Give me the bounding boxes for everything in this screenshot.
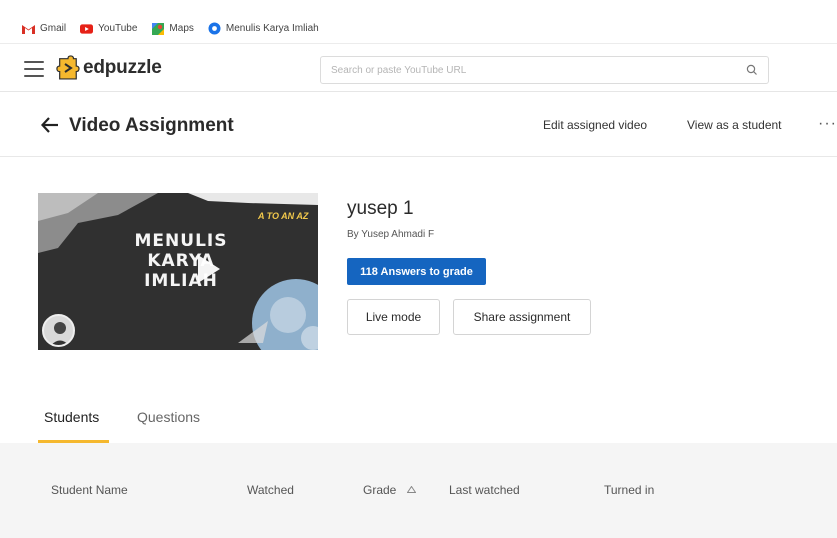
tab-students[interactable]: Students <box>44 409 99 425</box>
thumbnail-title: MENULIS KARYA IMLIAH <box>116 231 246 291</box>
answers-to-grade-button[interactable]: 118 Answers to grade <box>347 258 486 285</box>
bookmark-maps[interactable]: Maps <box>151 22 194 35</box>
bookmark-label: Maps <box>169 23 194 34</box>
edit-assigned-video-link[interactable]: Edit assigned video <box>543 118 647 132</box>
column-watched[interactable]: Watched <box>247 483 294 497</box>
logo-text: edpuzzle <box>83 57 162 78</box>
more-options-icon[interactable]: ··· <box>818 115 837 133</box>
search-box[interactable] <box>320 56 769 84</box>
bookmarks-bar: Gmail YouTube Maps Menulis Karya Imliah <box>0 14 837 44</box>
view-as-student-link[interactable]: View as a student <box>687 118 782 132</box>
menu-icon[interactable] <box>24 61 44 77</box>
bookmark-youtube[interactable]: YouTube <box>80 22 137 35</box>
column-student-name[interactable]: Student Name <box>51 483 128 497</box>
globe-icon <box>208 22 221 35</box>
search-input[interactable] <box>331 64 731 76</box>
thumbnail-title-line: KARYA <box>147 251 215 271</box>
video-name: yusep 1 <box>347 198 414 219</box>
maps-icon <box>151 22 164 35</box>
bookmark-label: Menulis Karya Imliah <box>225 23 319 34</box>
search-icon[interactable] <box>746 64 758 76</box>
page-title: Video Assignment <box>69 115 234 136</box>
avatar <box>42 314 75 347</box>
column-grade[interactable]: Grade <box>363 483 396 497</box>
youtube-icon <box>80 22 94 35</box>
puzzle-logo-icon <box>56 55 80 80</box>
gmail-icon <box>22 22 35 35</box>
back-arrow-icon[interactable] <box>40 115 60 135</box>
tab-questions[interactable]: Questions <box>137 409 200 425</box>
sort-up-icon[interactable] <box>407 486 416 493</box>
column-turned-in[interactable]: Turned in <box>604 483 654 497</box>
bookmark-menulis[interactable]: Menulis Karya Imliah <box>208 22 319 35</box>
share-assignment-button[interactable]: Share assignment <box>453 299 591 335</box>
app-header: edpuzzle <box>0 46 837 92</box>
thumbnail-title-line: IMLIAH <box>144 271 218 291</box>
bookmark-label: Gmail <box>40 23 67 34</box>
thumbnail-title-line: MENULIS <box>134 231 228 251</box>
video-thumbnail[interactable]: A TO AN AZ MENULIS KARYA IMLIAH <box>38 193 318 350</box>
bookmark-label: YouTube <box>98 23 138 34</box>
live-mode-button[interactable]: Live mode <box>347 299 440 335</box>
video-author: By Yusep Ahmadi F <box>347 229 435 240</box>
bookmark-gmail[interactable]: Gmail <box>22 22 66 35</box>
column-last-watched[interactable]: Last watched <box>449 483 520 497</box>
play-icon[interactable] <box>198 255 220 283</box>
page-header: Video Assignment Edit assigned video Vie… <box>0 93 837 157</box>
thumbnail-tag: A TO AN AZ <box>258 211 309 221</box>
edpuzzle-logo[interactable]: edpuzzle <box>56 55 162 81</box>
